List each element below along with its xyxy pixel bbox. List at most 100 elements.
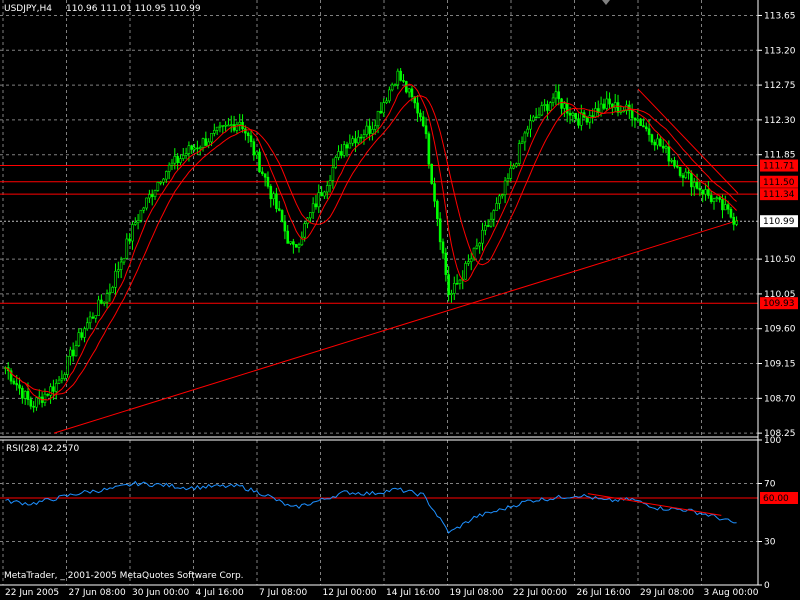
candle-body [481,229,484,244]
candle-body [664,146,668,149]
candle-body [348,142,352,149]
candle-body [292,241,295,245]
rsi-level-label: 60.00 [763,494,789,504]
candle-body [452,283,456,294]
candle-body [266,176,270,187]
candle-body [486,225,490,227]
candle-body [97,299,100,316]
candle-body [678,166,682,176]
candle-body [221,125,225,127]
candle-body [568,112,572,116]
candle-body [21,387,24,399]
candle-body [373,125,377,130]
candle-body [565,103,569,114]
y-tick-label: 110.05 [764,290,796,300]
candle-body [153,190,157,197]
candle-body [18,384,21,389]
x-tick-label: 19 Jul 08:00 [450,588,504,598]
candle-body [450,293,453,295]
candle-body [351,138,354,144]
candle-body [441,241,445,254]
candle-body [139,209,143,221]
candle-body [467,261,470,264]
candle-body [594,108,597,118]
x-tick-label: 3 Aug 00:00 [704,588,759,598]
candle-body [650,134,654,143]
rsi-tick-label: 100 [764,436,781,446]
candle-body [277,208,281,211]
candle-body [224,124,227,127]
candle-body [297,244,301,248]
y-tick-label: 112.30 [764,116,796,126]
candle-body [732,216,736,225]
candle-body [633,117,637,121]
candle-body [54,382,58,392]
candle-body [294,244,298,248]
candle-body [215,126,219,131]
candle-body [433,183,436,202]
candle-body [196,147,199,150]
candle-body [69,349,72,357]
candle-body [362,134,366,138]
candle-body [35,397,38,408]
candle-body [125,238,129,259]
candle-body [729,208,733,218]
candle-body [588,115,592,123]
candle-body [503,180,507,196]
candle-body [320,192,323,197]
candle-body [396,70,400,86]
level-tag-label: 111.34 [763,190,795,200]
candle-body [726,204,730,210]
candle-body [469,258,473,262]
candle-body [421,116,425,127]
candle-body [311,203,315,213]
candle-body [244,128,247,134]
candle-body [142,207,146,211]
candle-body [213,130,216,134]
chart-title: USDJPY,H4 [4,4,52,14]
x-tick-label: 30 Jun 00:00 [132,588,189,598]
candle-body [83,328,86,338]
candle-body [210,133,213,143]
candle-body [317,192,321,208]
chart-background [0,0,800,600]
candle-body [548,102,552,111]
candle-body [238,121,242,125]
candle-body [591,115,594,118]
candle-body [605,98,609,109]
candle-body [275,193,278,210]
candle-body [201,138,205,148]
candle-body [280,210,284,223]
candle-body [523,132,527,143]
candle-body [410,88,414,98]
candle-body [574,112,577,119]
candle-body [670,159,673,162]
candle-body [162,178,165,183]
candle-body [557,91,561,100]
candle-body [303,223,306,238]
candle-body [85,322,89,330]
candle-body [577,118,580,126]
candle-body [229,124,233,126]
x-tick-label: 27 Jun 08:00 [69,588,126,598]
x-tick-label: 4 Jul 16:00 [196,588,245,598]
candle-body [181,154,185,159]
candle-body [709,195,713,202]
candle-body [263,173,267,178]
candle-body [365,125,369,135]
level-tag-label: 109.93 [763,299,795,309]
rsi-tick-label: 0 [764,581,770,591]
candle-body [438,218,442,243]
candle-body [102,301,106,304]
rsi-tick-label: 30 [764,538,776,548]
candle-body [475,245,479,249]
price-chart[interactable]: 111.71 111.50 111.34 109.93 110.99 60.00 22 … [0,0,800,600]
candle-body [430,163,433,184]
rsi-tick-label: 70 [764,480,776,490]
candle-body [436,200,439,220]
candle-body [190,145,194,150]
chart-shift-marker-icon[interactable] [602,0,610,5]
candle-body [60,378,64,381]
candle-body [495,203,498,211]
candle-body [458,279,462,284]
